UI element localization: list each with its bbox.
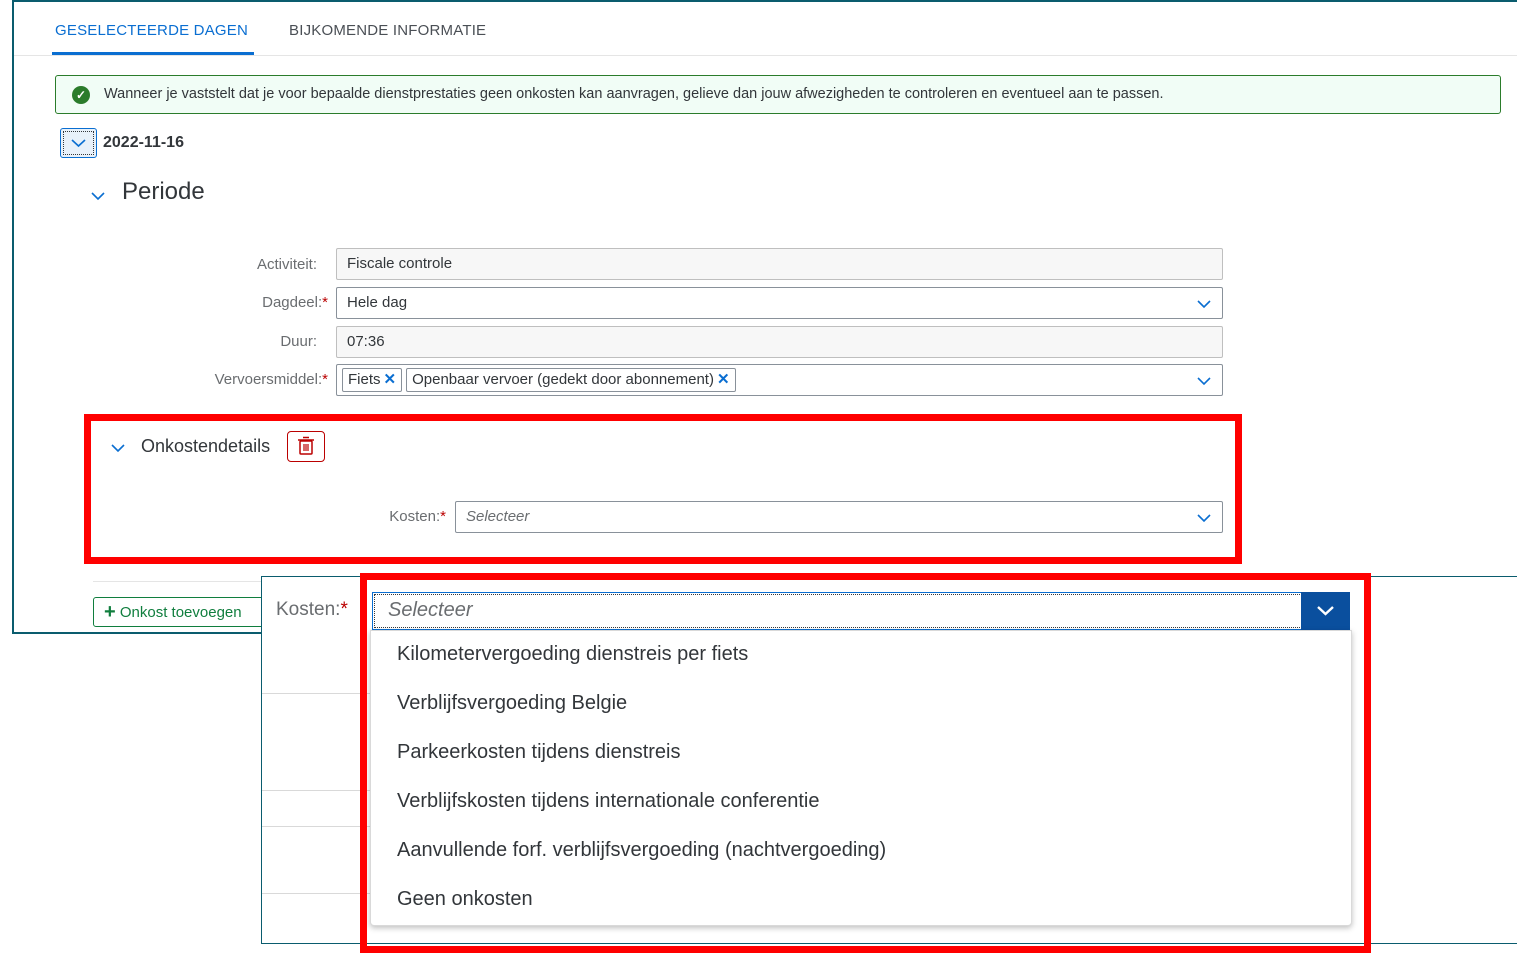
remove-token-icon[interactable]: ✕ xyxy=(717,371,730,388)
onkostendetails-title: Onkostendetails xyxy=(141,436,271,456)
chevron-down-icon xyxy=(1197,300,1211,309)
activiteit-field: Fiscale controle xyxy=(336,248,1223,280)
chevron-down-icon xyxy=(1197,377,1211,386)
plus-icon: + xyxy=(104,601,116,623)
onkostendetails-collapse-icon[interactable] xyxy=(110,440,126,456)
info-message-text: Wanneer je vaststelt dat je voor bepaald… xyxy=(104,86,1164,102)
delete-onkost-button[interactable] xyxy=(287,431,325,462)
activiteit-label: Activiteit: xyxy=(256,256,317,273)
divider xyxy=(262,826,370,827)
periode-title: Periode xyxy=(122,178,205,205)
tab-geselecteerde-dagen[interactable]: GESELECTEERDE DAGEN xyxy=(55,22,248,39)
success-check-icon: ✓ xyxy=(72,86,90,104)
duur-label: Duur: xyxy=(280,333,317,350)
token-fiets: Fiets ✕ xyxy=(342,368,403,393)
zoom-kosten-label: Kosten:* xyxy=(276,599,348,620)
dagdeel-value: Hele dag xyxy=(347,294,408,311)
kosten-select[interactable]: Selecteer xyxy=(455,501,1223,533)
duur-field: 07:36 xyxy=(336,326,1223,358)
activiteit-value: Fiscale controle xyxy=(347,255,453,272)
duur-value: 07:36 xyxy=(347,333,385,350)
trash-icon xyxy=(298,436,314,455)
highlight-dropdown xyxy=(360,573,1371,953)
dagdeel-label: Dagdeel:* xyxy=(262,294,328,311)
periode-collapse-icon[interactable] xyxy=(90,188,106,204)
kosten-placeholder: Selecteer xyxy=(466,508,530,525)
add-onkost-button[interactable]: + Onkost toevoegen xyxy=(93,597,268,627)
vervoersmiddel-multiselect[interactable]: Fiets ✕ Openbaar vervoer (gedekt door abon… xyxy=(336,364,1223,396)
tab-divider xyxy=(14,55,1517,56)
divider xyxy=(262,790,370,791)
vervoersmiddel-label: Vervoersmiddel:* xyxy=(214,371,328,388)
day-collapse-toggle[interactable] xyxy=(60,128,97,158)
day-date-label: 2022-11-16 xyxy=(103,134,184,151)
tab-bijkomende-informatie[interactable]: BIJKOMENDE INFORMATIE xyxy=(289,22,486,39)
divider xyxy=(262,893,370,894)
kosten-label: Kosten:* xyxy=(389,508,446,525)
divider xyxy=(262,693,370,694)
token-openbaar-vervoer: Openbaar vervoer (gedekt door abonnement… xyxy=(406,368,736,393)
active-tab-indicator xyxy=(52,52,254,55)
remove-token-icon[interactable]: ✕ xyxy=(384,371,397,388)
chevron-down-icon xyxy=(1197,514,1211,523)
chevron-down-icon xyxy=(71,139,86,148)
dagdeel-select[interactable]: Hele dag xyxy=(336,287,1223,319)
